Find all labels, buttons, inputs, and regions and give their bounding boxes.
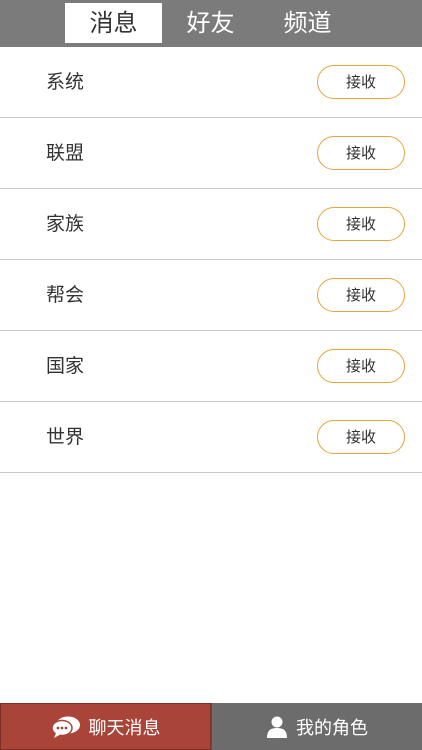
- channel-row-guild: 帮会 接收: [0, 260, 422, 331]
- chat-messages-label: 聊天消息: [88, 717, 161, 739]
- my-role-label: 我的角色: [296, 717, 368, 739]
- receive-button[interactable]: 接收: [317, 349, 405, 383]
- tab-friends[interactable]: 好友: [162, 3, 259, 43]
- receive-button[interactable]: 接收: [317, 207, 405, 241]
- channel-row-system: 系统 接收: [0, 47, 422, 118]
- receive-button[interactable]: 接收: [317, 278, 405, 312]
- chat-bubble-icon: [50, 715, 81, 739]
- receive-button[interactable]: 接收: [317, 420, 405, 454]
- channel-row-family: 家族 接收: [0, 189, 422, 260]
- channel-list: 系统 接收 联盟 接收 家族 接收 帮会 接收 国家 接收 世界 接收: [0, 47, 422, 473]
- channel-label: 帮会: [46, 284, 85, 306]
- channel-label: 系统: [46, 71, 85, 93]
- tab-messages[interactable]: 消息: [65, 3, 162, 43]
- chat-messages-button[interactable]: 聊天消息: [0, 703, 211, 750]
- channel-row-world: 世界 接收: [0, 402, 422, 473]
- tab-channels[interactable]: 频道: [259, 3, 356, 43]
- channel-row-alliance: 联盟 接收: [0, 118, 422, 189]
- channel-label: 联盟: [46, 142, 85, 164]
- bottom-nav-bar: 聊天消息 我的角色: [0, 703, 422, 750]
- user-icon: [266, 715, 288, 739]
- top-tab-bar: 消息 好友 频道: [0, 0, 422, 47]
- receive-button[interactable]: 接收: [317, 65, 405, 99]
- channel-row-nation: 国家 接收: [0, 331, 422, 402]
- channel-label: 世界: [46, 426, 85, 448]
- channel-label: 家族: [46, 213, 85, 235]
- receive-button[interactable]: 接收: [317, 136, 405, 170]
- my-role-button[interactable]: 我的角色: [211, 703, 422, 750]
- app-root: 消息 好友 频道 系统 接收 联盟 接收 家族 接收 帮会 接收 国家 接收 世…: [0, 0, 422, 750]
- channel-label: 国家: [46, 355, 85, 377]
